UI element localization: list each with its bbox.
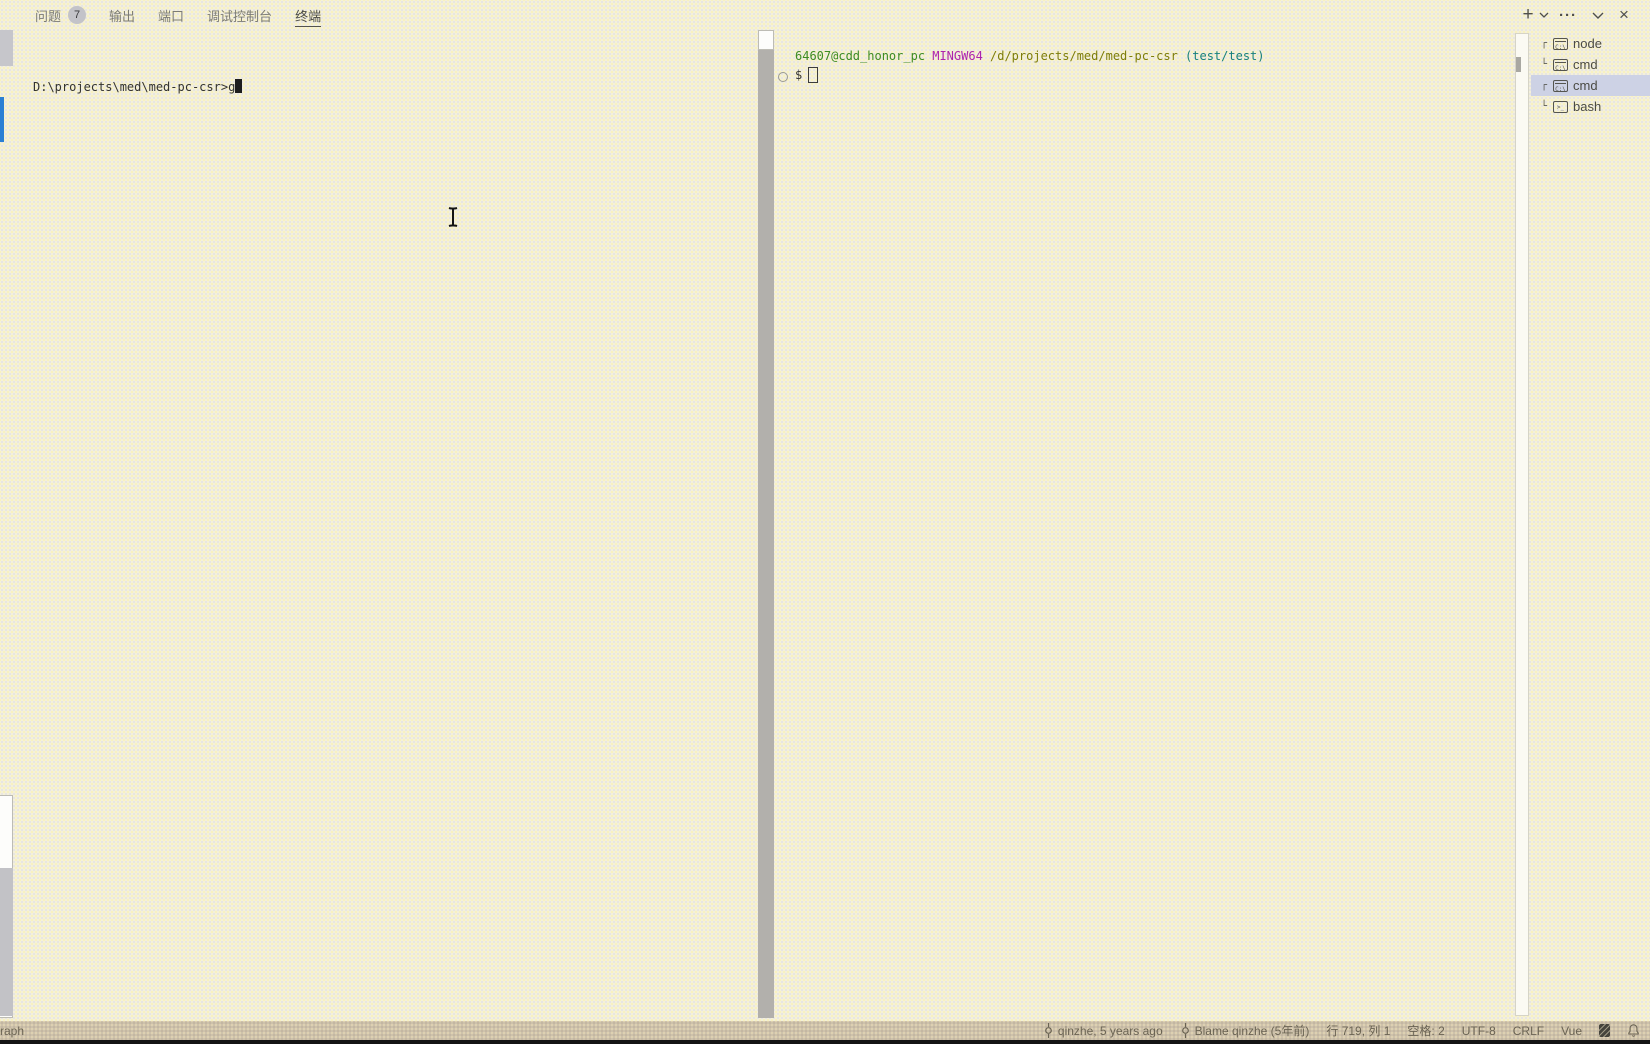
terminal-list-item[interactable]: └ >_ bash — [1531, 96, 1650, 117]
terminal-list-item[interactable]: ┌ C:\ cmd — [1531, 75, 1650, 96]
bash-input-line: $ — [795, 67, 818, 83]
status-bar: raph qinzhe, 5 years ago Blame qinzhe (5… — [0, 1021, 1650, 1040]
vscode-panel: 问题 7 输出 端口 调试控制台 终端 + ··· × D:\projects\… — [0, 0, 1650, 1044]
bash-prompt-line: 64607@cdd_honor_pc MINGW64 /d/projects/m… — [795, 49, 1265, 63]
cmd-prompt-line: D:\projects\med\med-pc-csr>g — [33, 79, 242, 94]
command-decoration-icon[interactable] — [778, 72, 788, 82]
tab-debug-console[interactable]: 调试控制台 — [207, 1, 272, 29]
statusbar-git-graph-partial[interactable]: raph — [0, 1024, 24, 1038]
problems-count-badge: 7 — [68, 6, 86, 24]
statusbar-encoding[interactable]: UTF-8 — [1462, 1024, 1496, 1038]
terminal-cursor — [235, 79, 242, 93]
cmd-terminal-icon: C:\ — [1553, 38, 1568, 50]
new-terminal-icon[interactable]: + — [1519, 4, 1537, 26]
prompt-env: MINGW64 — [932, 49, 983, 63]
tree-branch-glyph: ┌ — [1541, 38, 1550, 49]
edge-blue-marker — [0, 97, 4, 142]
minimize-panel-icon[interactable] — [1590, 4, 1606, 26]
panel-actions: + ··· × — [1519, 4, 1632, 26]
terminal-list-item-label: cmd — [1573, 57, 1598, 72]
bottom-border — [0, 1040, 1650, 1044]
left-terminal-scrollbar-track[interactable] — [758, 30, 774, 50]
terminal-list-item-label: node — [1573, 36, 1602, 51]
prompt-path: /d/projects/med/med-pc-csr — [990, 49, 1178, 63]
prompt-branch: (test/test) — [1185, 49, 1264, 63]
prompt-symbol: $ — [795, 68, 802, 82]
tab-ports[interactable]: 端口 — [158, 1, 184, 29]
terminal-list-item[interactable]: └ C:\ cmd — [1531, 54, 1650, 75]
right-terminal-scrollbar-thumb[interactable] — [1516, 57, 1521, 72]
tab-problems[interactable]: 问题 7 — [35, 1, 86, 29]
bash-terminal-icon: >_ — [1553, 101, 1568, 113]
statusbar-indentation[interactable]: 空格: 2 — [1407, 1022, 1444, 1039]
left-terminal-scrollbar-thumb[interactable] — [758, 50, 774, 1018]
git-commit-icon — [1043, 1023, 1054, 1038]
right-terminal-scrollbar-track[interactable] — [1515, 33, 1529, 1016]
cmd-terminal-icon: C:\ — [1553, 80, 1568, 92]
git-commit-icon — [1180, 1023, 1191, 1038]
tab-output[interactable]: 输出 — [109, 1, 135, 29]
tab-terminal[interactable]: 终端 — [295, 1, 321, 29]
cmd-terminal-icon: C:\ — [1553, 59, 1568, 71]
tree-branch-glyph: └ — [1541, 59, 1550, 70]
edge-scrollbar-thumb[interactable] — [0, 868, 13, 1016]
close-panel-icon[interactable]: × — [1616, 4, 1632, 26]
terminal-list-item-label: bash — [1573, 99, 1601, 114]
terminal-cursor-unfocused — [808, 67, 818, 83]
terminal-list-item[interactable]: ┌ C:\ node — [1531, 33, 1650, 54]
terminal-pane-left[interactable]: D:\projects\med\med-pc-csr>g — [0, 30, 758, 1018]
statusbar-eol[interactable]: CRLF — [1513, 1024, 1544, 1038]
statusbar-commit-info[interactable]: qinzhe, 5 years ago — [1043, 1023, 1163, 1038]
formatter-status-icon[interactable] — [1599, 1024, 1610, 1037]
tree-branch-glyph: ┌ — [1541, 80, 1550, 91]
terminal-list: ┌ C:\ node └ C:\ cmd ┌ C:\ cmd └ >_ bash — [1531, 33, 1650, 117]
panel-tabbar: 问题 7 输出 端口 调试控制台 终端 — [35, 0, 321, 30]
tree-branch-glyph: └ — [1541, 101, 1550, 112]
notifications-bell-icon[interactable] — [1627, 1023, 1640, 1038]
terminal-pane-right[interactable]: 64607@cdd_honor_pc MINGW64 /d/projects/m… — [775, 30, 1515, 1018]
prompt-user-host: 64607@cdd_honor_pc — [795, 49, 925, 63]
terminal-profile-chevron-icon[interactable] — [1537, 4, 1551, 26]
terminal-list-item-label: cmd — [1573, 78, 1598, 93]
edge-scrollbar-fragment — [0, 30, 13, 66]
tab-problems-label: 问题 — [35, 6, 61, 25]
statusbar-language[interactable]: Vue — [1561, 1024, 1582, 1038]
more-actions-icon[interactable]: ··· — [1558, 4, 1578, 26]
statusbar-blame[interactable]: Blame qinzhe (5年前) — [1180, 1022, 1310, 1039]
ibeam-mouse-pointer — [445, 205, 461, 234]
statusbar-cursor-position[interactable]: 行 719, 列 1 — [1326, 1022, 1390, 1039]
